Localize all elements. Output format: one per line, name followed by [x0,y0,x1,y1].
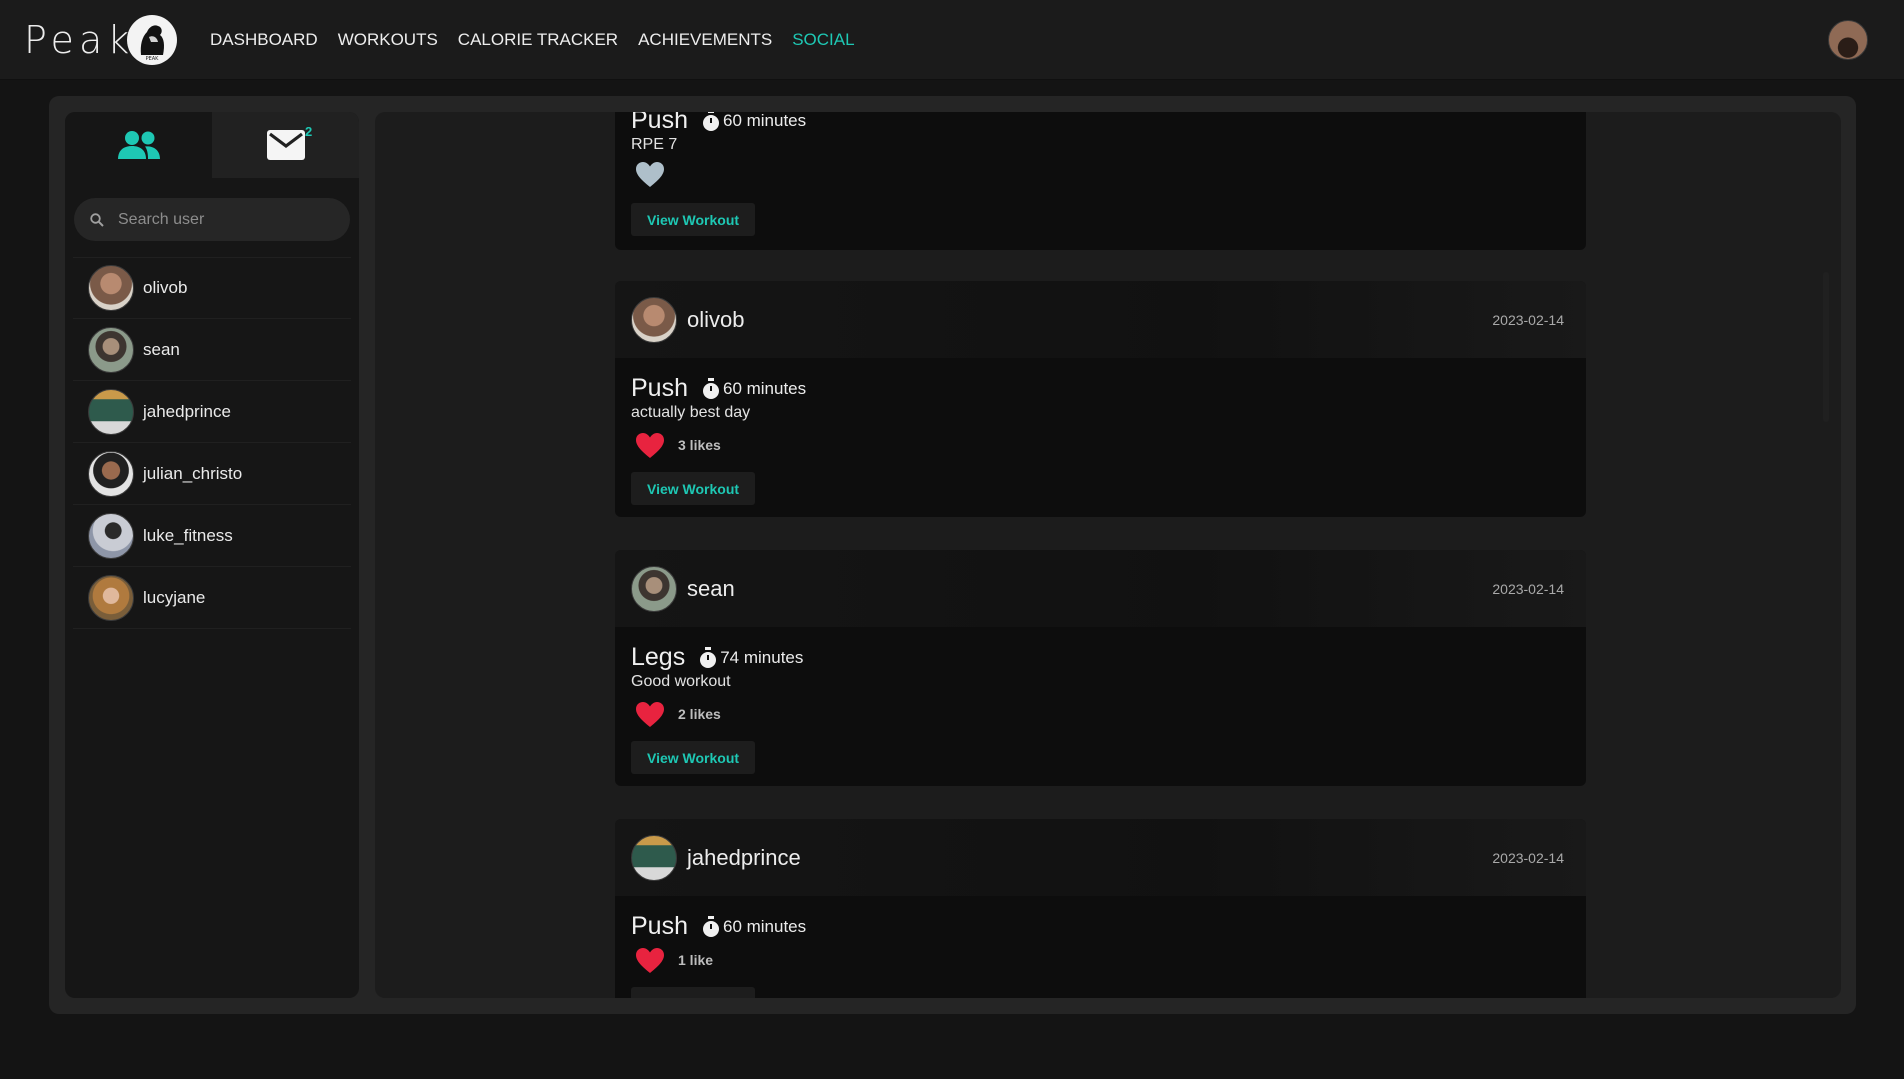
user-list-item[interactable]: sean [73,319,351,381]
avatar [88,326,134,373]
user-name: sean [143,339,180,359]
workout-title: Push [631,374,688,402]
user-list-item[interactable]: jahedprince [73,381,351,443]
post-username[interactable]: jahedprince [687,845,801,871]
user-name: lucyjane [143,587,206,607]
view-workout-button[interactable]: View Workout [631,472,756,505]
main-nav: DASHBOARD WORKOUTS CALORIE TRACKER ACHIE… [210,30,855,50]
nav-social[interactable]: SOCIAL [792,30,854,50]
view-workout-button[interactable]: View Workout [631,741,756,774]
search-icon [90,212,104,227]
like-count: 1 like [678,952,714,968]
avatar [88,574,134,621]
workout-note: actually best day [631,404,751,421]
user-name: luke_fitness [143,525,233,545]
view-workout-button[interactable]: View Workout [631,203,756,236]
nav-dashboard[interactable]: DASHBOARD [210,30,318,50]
workout-duration: 60 minutes [722,112,807,130]
avatar[interactable] [631,834,677,881]
feed-post: jahedprince 2023-02-14 Push 60 minutes 1… [615,819,1586,998]
heart-icon[interactable] [635,947,665,974]
stopwatch-icon [702,377,719,399]
profile-avatar[interactable] [1828,20,1868,60]
messages-count-badge: 2 [305,124,313,139]
post-username[interactable]: sean [687,576,735,602]
workout-duration: 74 minutes [720,647,804,667]
feed-post: olivob 2023-02-14 Push 60 minutes actual… [615,281,1586,517]
user-list-item[interactable]: olivob [73,257,351,319]
people-icon [117,131,160,159]
user-search-box [74,198,350,241]
workout-title: Legs [631,643,686,671]
search-user-input[interactable] [118,210,338,229]
stopwatch-icon [702,915,719,937]
heart-icon[interactable] [635,432,665,459]
workout-duration: 60 minutes [722,916,807,936]
avatar [88,265,134,311]
nav-workouts[interactable]: WORKOUTS [338,30,438,50]
post-date: 2023-02-14 [1492,849,1564,866]
tab-friends[interactable] [65,112,212,178]
view-workout-button[interactable]: View Workout [631,987,756,998]
heart-icon[interactable] [635,701,665,728]
workout-note: Good workout [631,673,731,690]
user-name: olivob [143,278,188,297]
top-navigation-bar: Peak PEAK DASHBOARD WORKOUTS CALORIE TRA… [0,0,1904,80]
user-list-item[interactable]: lucyjane [73,567,351,629]
post-date: 2023-02-14 [1492,580,1564,597]
user-list-item[interactable]: luke_fitness [73,505,351,567]
post-header: sean 2023-02-14 [615,550,1586,627]
workout-title: Push [631,912,688,940]
stopwatch-icon [702,112,719,131]
avatar [88,388,134,435]
feed-scrollbar[interactable] [1823,272,1829,422]
tab-messages[interactable]: 2 [212,112,359,178]
social-sidebar: 2 olivob sean jahedprince julian_christo… [65,112,359,998]
post-header: olivob 2023-02-14 [615,281,1586,358]
app-logo-text[interactable]: Peak [24,18,134,62]
post-username[interactable]: olivob [687,307,744,333]
social-feed: Push 60 minutes RPE 7 View Workout olivo… [375,112,1841,998]
feed-post: sean 2023-02-14 Legs 74 minutes Good wor… [615,550,1586,786]
user-list: olivob sean jahedprince julian_christo l… [73,257,351,629]
user-list-item[interactable]: julian_christo [73,443,351,505]
like-count: 3 likes [678,437,721,453]
stopwatch-icon [700,646,717,668]
workout-title: Push [631,112,688,134]
envelope-icon [266,130,305,160]
user-name: julian_christo [143,463,243,483]
sidebar-tabs: 2 [65,112,359,178]
like-count: 2 likes [678,706,721,722]
post-date: 2023-02-14 [1492,311,1564,328]
workout-duration: 60 minutes [722,378,807,398]
nav-calorie-tracker[interactable]: CALORIE TRACKER [458,30,618,50]
avatar[interactable] [631,296,677,343]
app-logo-icon[interactable]: PEAK [127,15,177,65]
heart-icon[interactable] [635,161,665,188]
feed-post: Push 60 minutes RPE 7 View Workout [615,112,1586,250]
user-name: jahedprince [143,401,231,421]
avatar[interactable] [631,565,677,612]
nav-achievements[interactable]: ACHIEVEMENTS [638,30,772,50]
avatar [88,450,134,497]
post-header: jahedprince 2023-02-14 [615,819,1586,896]
svg-text:PEAK: PEAK [146,56,160,62]
avatar [88,512,134,559]
workout-note: RPE 7 [631,136,678,153]
